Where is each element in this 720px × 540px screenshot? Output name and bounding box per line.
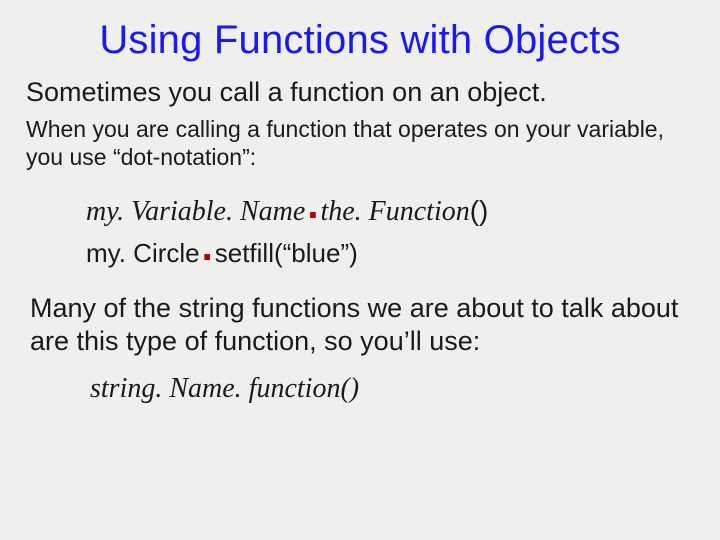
code-text: setfill(“blue”) [215, 238, 358, 268]
code-text: () [470, 195, 489, 226]
code-line-template: my. Variable. Name.the. Function() [86, 189, 694, 233]
code-text: my. Circle [86, 238, 200, 268]
paragraph-lead: Sometimes you call a function on an obje… [26, 77, 694, 109]
code-example-block-2: string. Name. function() [90, 373, 694, 405]
code-example-block-1: my. Variable. Name.the. Function() my. C… [86, 189, 694, 274]
dot-separator: . [200, 225, 215, 269]
slide: Using Functions with Objects Sometimes y… [0, 0, 720, 540]
dot-separator: . [305, 183, 320, 227]
paragraph-sub: When you are calling a function that ope… [26, 115, 694, 171]
code-line-example: my. Circle.setfill(“blue”) [86, 233, 694, 273]
paragraph-body: Many of the string functions we are abou… [30, 292, 694, 359]
code-text: the. Function [320, 196, 469, 227]
slide-title: Using Functions with Objects [26, 18, 694, 63]
code-line-template-2: string. Name. function() [90, 373, 694, 405]
code-text: my. Variable. Name [86, 196, 305, 227]
